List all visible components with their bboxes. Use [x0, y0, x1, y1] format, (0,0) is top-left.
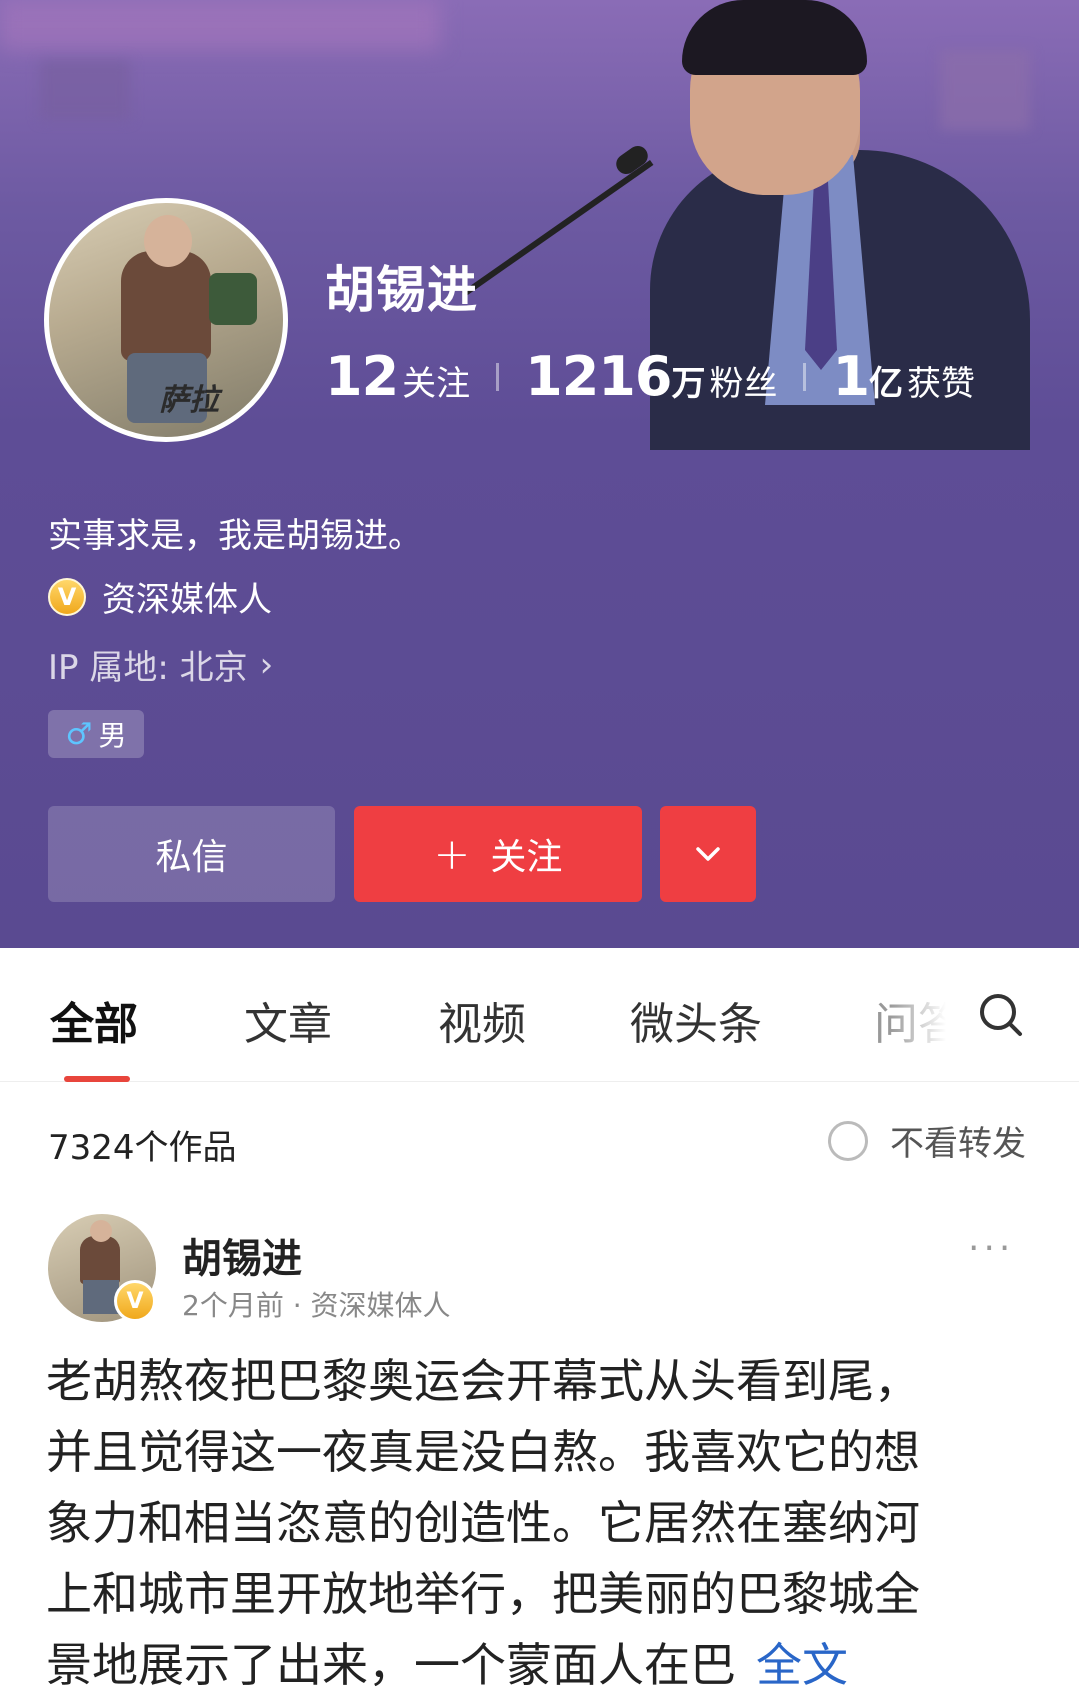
hide-reposts-label: 不看转发: [890, 1124, 1026, 1164]
stat-following[interactable]: 12 关注: [325, 345, 470, 408]
message-button[interactable]: 私信: [48, 806, 335, 902]
ip-location-text: IP 属地: 北京: [48, 648, 248, 688]
tab-articles[interactable]: 文章: [244, 988, 332, 1052]
post-line: 老胡熬夜把巴黎奥运会开幕式从头看到尾，: [46, 1354, 920, 1408]
profile-stats: 12 关注 1216 万 粉丝 1 亿 获赞: [325, 345, 975, 408]
fans-label: 粉丝: [709, 364, 778, 404]
chevron-right-icon: ›: [259, 644, 274, 685]
follow-button-label: 关注: [490, 837, 563, 878]
avatar-signature: 萨拉: [159, 383, 219, 418]
stat-likes[interactable]: 1 亿 获赞: [832, 345, 975, 408]
radio-unchecked-icon[interactable]: [828, 1120, 868, 1161]
tab-micro-headlines[interactable]: 微头条: [630, 988, 762, 1052]
post-line: 象力和相当恣意的创造性。它居然在塞纳河: [46, 1496, 920, 1550]
content-tabs: 全部 文章 视频 微头条 问答: [0, 948, 1079, 1082]
blurred-region: [0, 0, 440, 50]
follow-button[interactable]: + 关注: [354, 806, 642, 902]
plus-icon: +: [433, 828, 471, 880]
more-options-button[interactable]: [660, 806, 756, 902]
post-line: 并且觉得这一夜真是没白熬。我喜欢它的想: [46, 1425, 920, 1479]
following-count: 12: [325, 345, 399, 408]
gender-text: 男: [98, 719, 127, 752]
profile-avatar[interactable]: 萨拉: [44, 198, 288, 442]
fans-unit: 万: [671, 364, 706, 404]
post-author-name[interactable]: 胡锡进: [182, 1226, 302, 1284]
works-count: 7324个作品: [48, 1128, 237, 1168]
tab-all[interactable]: 全部: [50, 988, 138, 1052]
ip-location-row[interactable]: IP 属地: 北京 ›: [48, 640, 273, 689]
likes-count: 1: [832, 345, 870, 408]
tab-videos[interactable]: 视频: [438, 988, 526, 1052]
message-button-label: 私信: [155, 837, 228, 878]
chevron-down-icon: [696, 847, 720, 861]
post-meta: 2个月前 · 资深媒体人: [182, 1289, 451, 1322]
profile-bio: 实事求是，我是胡锡进。: [48, 516, 422, 556]
active-tab-indicator: [64, 1076, 130, 1082]
blurred-region: [40, 60, 130, 120]
certification-text: 资深媒体人: [102, 580, 272, 620]
likes-unit: 亿: [869, 364, 904, 404]
male-icon: ♂: [65, 716, 93, 752]
post-line-last: 景地展示了出来，一个蒙面人在巴 全文: [46, 1630, 1046, 1700]
read-full-link[interactable]: 全文: [756, 1638, 848, 1692]
following-label: 关注: [402, 364, 471, 404]
stat-fans[interactable]: 1216 万 粉丝: [525, 345, 777, 408]
verified-v-icon: V: [114, 1280, 156, 1322]
certification-row: V 资深媒体人: [48, 572, 272, 621]
gender-tag: ♂ 男: [48, 710, 144, 758]
hide-reposts-toggle[interactable]: 不看转发: [828, 1116, 1026, 1165]
post-body[interactable]: 老胡熬夜把巴黎奥运会开幕式从头看到尾， 并且觉得这一夜真是没白熬。我喜欢它的想 …: [46, 1346, 1046, 1700]
post-line: 上和城市里开放地举行，把美丽的巴黎城全: [46, 1567, 920, 1621]
profile-header: 萨拉 胡锡进 12 关注 1216 万 粉丝 1 亿 获赞 实事求是，我是胡锡进…: [0, 0, 1079, 948]
profile-name: 胡锡进: [325, 261, 478, 319]
tab-fade-overlay: [890, 968, 970, 1058]
fans-count: 1216: [525, 345, 672, 408]
likes-label: 获赞: [907, 364, 976, 404]
post-line: 景地展示了出来，一个蒙面人在巴: [46, 1638, 736, 1692]
divider: [803, 362, 807, 391]
verified-v-icon: V: [48, 577, 86, 616]
divider: [496, 362, 500, 391]
search-icon[interactable]: [978, 992, 1024, 1038]
more-dots-icon[interactable]: ···: [968, 1228, 1014, 1269]
microphone-icon: [461, 160, 654, 297]
